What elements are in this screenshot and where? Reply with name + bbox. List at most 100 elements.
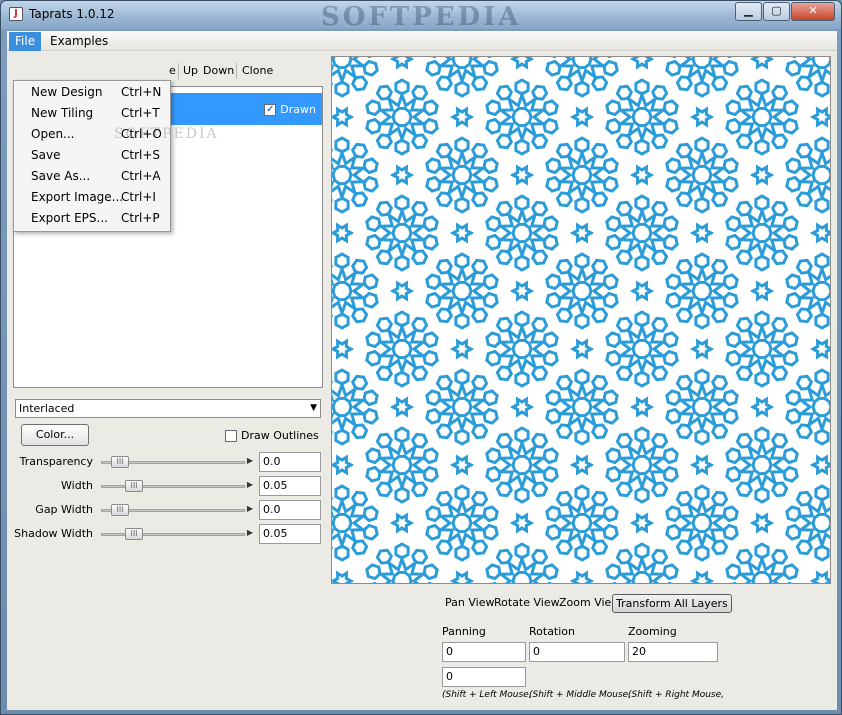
zooming-field[interactable]: 20: [628, 642, 718, 662]
small-star: [389, 280, 415, 302]
rosette-hexagon: [547, 581, 553, 583]
rotate-view-option[interactable]: Rotate View: [494, 596, 560, 609]
menu-file[interactable]: File: [9, 32, 42, 51]
title-bar[interactable]: J Taprats 1.0.12 SOFTPEDIA ▁ ▢ ✕: [1, 1, 841, 32]
pan-view-option[interactable]: Pan View: [445, 596, 494, 609]
slider-shadow-width[interactable]: III ▶: [97, 527, 253, 541]
rosette-hexagon: [482, 273, 499, 291]
panning-x-field[interactable]: 0: [442, 642, 526, 662]
menu-item-save-as[interactable]: Save As... Ctrl+A: [14, 166, 170, 187]
arrow-right-icon[interactable]: ▶: [247, 456, 253, 465]
arrow-right-icon[interactable]: ▶: [247, 528, 253, 537]
pattern-canvas[interactable]: [331, 56, 831, 584]
menu-item-label: Open...: [31, 127, 75, 141]
rosette-hexagon: [350, 423, 369, 440]
arrow-right-icon[interactable]: ▶: [247, 504, 253, 513]
client-area: File Examples e Up Down Clone ✓ Drawn In…: [7, 31, 837, 710]
rosette-hexagon: [427, 581, 433, 583]
render-mode-select[interactable]: Interlaced ▼: [15, 399, 321, 418]
small-star: [749, 512, 775, 534]
rosette-hexagon: [495, 249, 514, 266]
draw-outlines-toggle[interactable]: Draw Outlines: [225, 429, 319, 442]
slider-gap-width[interactable]: III ▶: [97, 503, 253, 517]
arrow-right-icon[interactable]: ▶: [247, 480, 253, 489]
rosette-hexagon: [530, 316, 549, 333]
small-star: [629, 164, 655, 186]
menu-item-new-design[interactable]: New Design Ctrl+N: [14, 82, 170, 103]
slider-value-field[interactable]: 0.05: [259, 524, 321, 544]
menu-examples[interactable]: Examples: [44, 32, 114, 51]
rosette-hexagon: [615, 481, 634, 498]
small-star: [449, 106, 475, 128]
rosette-core: [451, 396, 473, 418]
minimize-button[interactable]: ▁: [735, 2, 762, 21]
menu-item-save[interactable]: Save Ctrl+S: [14, 145, 170, 166]
close-button[interactable]: ✕: [791, 2, 835, 21]
slider-value-field[interactable]: 0.05: [259, 476, 321, 496]
rosette-hexagon: [375, 481, 394, 498]
rosette-hexagon: [615, 200, 634, 217]
rosette-hexagon: [470, 423, 489, 440]
rosette-hexagon: [530, 432, 549, 449]
rosette-hexagon: [795, 75, 814, 92]
rosette-hexagon: [410, 365, 429, 382]
small-star: [809, 454, 830, 476]
menu-item-shortcut: Ctrl+S: [121, 148, 161, 162]
rosette-hexagon: [350, 539, 369, 556]
panning-y-field[interactable]: 0: [442, 667, 526, 687]
rosette-hexagon: [725, 563, 742, 581]
small-star: [569, 570, 595, 583]
rosette-hexagon: [785, 59, 802, 77]
menu-item-open[interactable]: Open... Ctrl+O: [14, 124, 170, 145]
rosette-hexagon: [735, 548, 754, 565]
maximize-button[interactable]: ▢: [763, 2, 790, 21]
slider-transparency[interactable]: III ▶: [97, 455, 253, 469]
slider-value-field[interactable]: 0.0: [259, 452, 321, 472]
slider-thumb[interactable]: III: [111, 504, 129, 516]
rosette-hexagon: [662, 215, 679, 233]
rosette-core: [751, 570, 773, 583]
small-star: [332, 570, 355, 583]
rosette-hexagon: [425, 389, 442, 407]
slider-thumb[interactable]: III: [111, 456, 129, 468]
rosette-hexagon: [530, 133, 549, 150]
color-button[interactable]: Color...: [21, 424, 89, 446]
rosette-hexagon: [615, 249, 634, 266]
rosette-hexagon: [555, 75, 574, 92]
menu-item-new-tiling[interactable]: New Tiling Ctrl+T: [14, 103, 170, 124]
small-star: [509, 57, 535, 70]
slider-value-field[interactable]: 0.0: [259, 500, 321, 520]
rotation-field[interactable]: 0: [529, 642, 625, 662]
rosette-core: [332, 164, 353, 186]
rosette-hexagon: [675, 374, 694, 391]
transform-all-layers-button[interactable]: Transform All Layers: [612, 594, 732, 613]
rosette-hexagon: [545, 523, 562, 541]
rosette-hexagon: [410, 432, 429, 449]
rosette-hexagon: [710, 258, 729, 275]
rosette-hexagon: [530, 481, 549, 498]
toolbar-remove-fragment[interactable]: e: [169, 64, 176, 77]
pattern-drawing[interactable]: [332, 57, 831, 584]
rosette-hexagon: [485, 99, 502, 117]
rosette-hexagon: [782, 215, 799, 233]
menu-bar: File Examples: [7, 31, 837, 51]
rosette-core: [691, 280, 713, 302]
menu-item-export-eps[interactable]: Export EPS... Ctrl+P: [14, 208, 170, 229]
drawn-checkbox[interactable]: ✓: [264, 103, 277, 116]
chevron-down-icon[interactable]: ▼: [310, 400, 317, 417]
slider-thumb[interactable]: III: [125, 528, 143, 540]
toolbar-clone-button[interactable]: Clone: [242, 64, 273, 77]
toolbar-up-button[interactable]: Up: [183, 64, 198, 77]
rosette-hexagon: [602, 273, 619, 291]
rosette-hexagon: [542, 215, 559, 233]
menu-item-export-image[interactable]: Export Image... Ctrl+I: [14, 187, 170, 208]
toolbar-down-button[interactable]: Down: [203, 64, 234, 77]
draw-outlines-checkbox[interactable]: [225, 429, 237, 442]
slider-width[interactable]: III ▶: [97, 479, 253, 493]
drawn-toggle[interactable]: ✓ Drawn: [264, 103, 316, 116]
rosette-hexagon: [770, 133, 789, 150]
rosette-hexagon: [482, 389, 499, 407]
rosette-hexagon: [602, 389, 619, 407]
rosette-hexagon: [725, 331, 742, 349]
slider-thumb[interactable]: III: [125, 480, 143, 492]
